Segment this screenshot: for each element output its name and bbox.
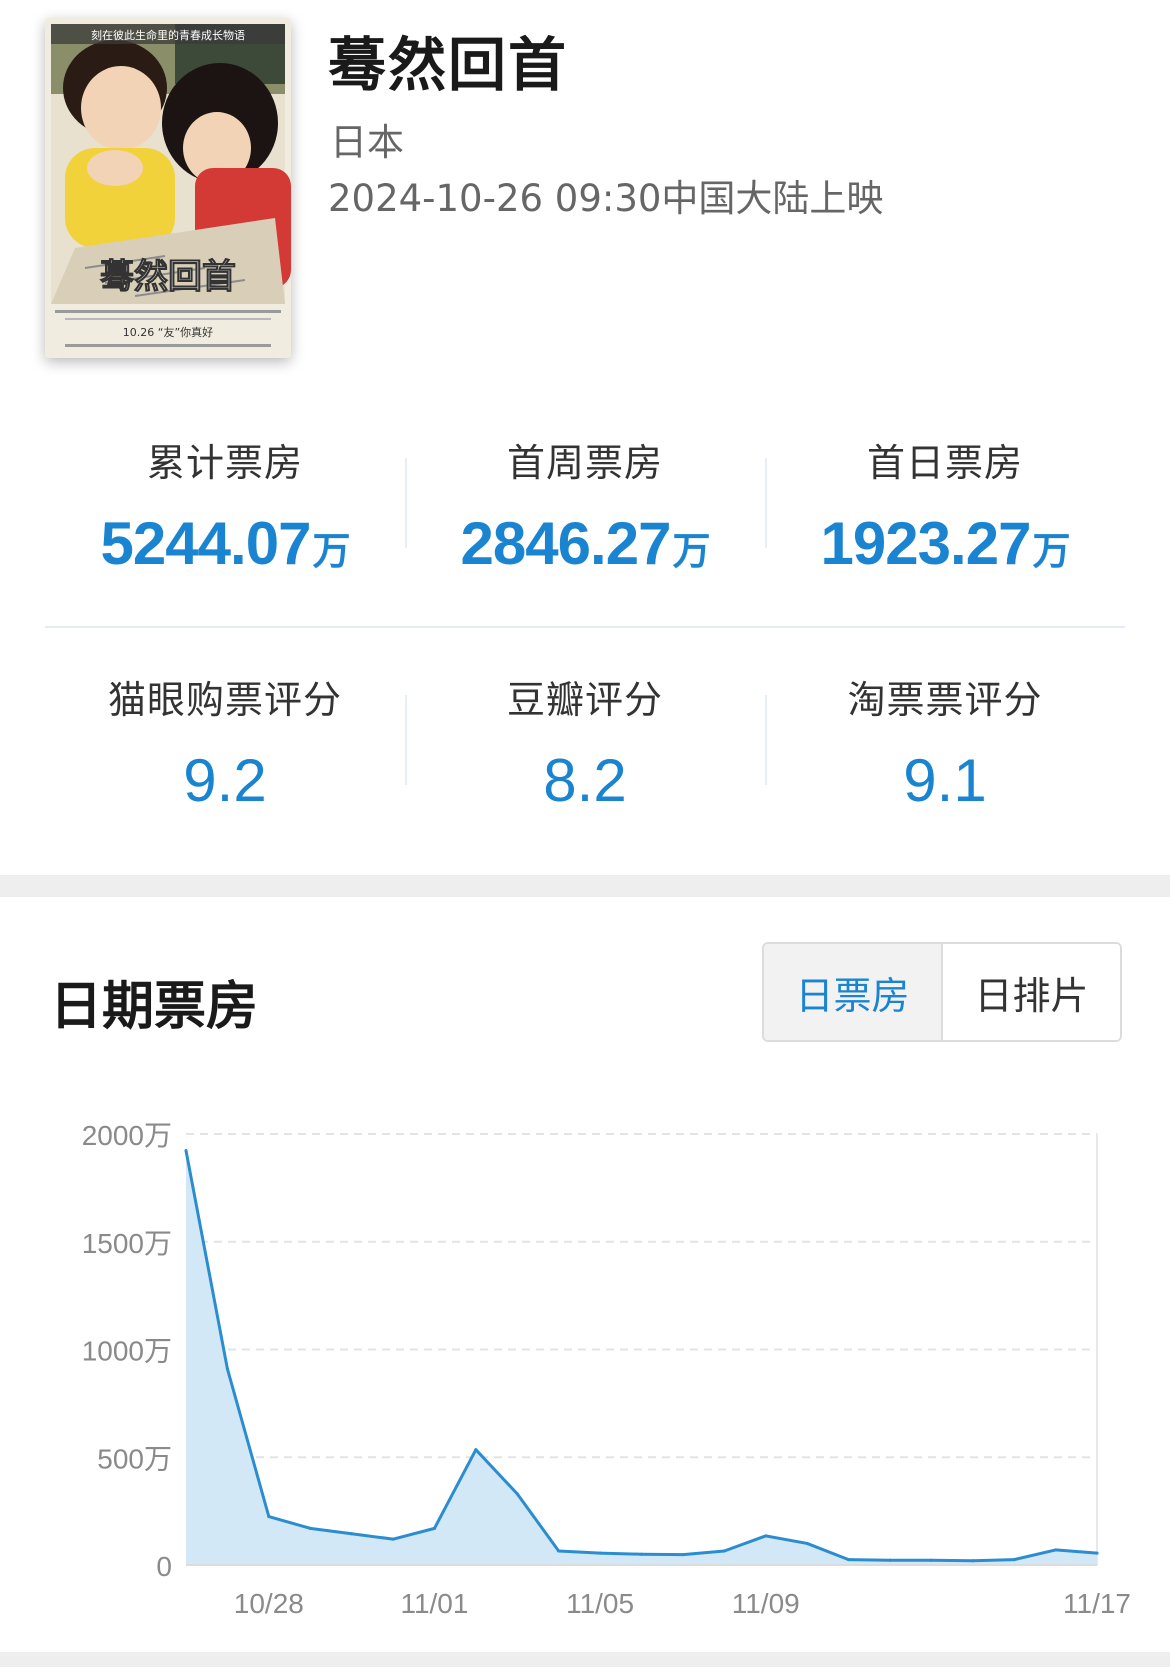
data-point: [267, 1515, 270, 1518]
series-line-segment: [849, 1560, 890, 1561]
rating-douban: 豆瓣评分 8.2: [405, 665, 765, 815]
y-tick-label: 1000万: [82, 1336, 172, 1367]
x-tick-label: 11/17: [1063, 1588, 1131, 1619]
poster-date-text: 10.26 “友”你真好: [123, 325, 213, 339]
tab-daily-screenings[interactable]: 日排片: [943, 944, 1120, 1040]
x-tick-label: 10/28: [234, 1588, 304, 1619]
stat-divider: [405, 458, 407, 548]
series-line-segment: [973, 1560, 1014, 1561]
section-separator: [0, 875, 1170, 897]
stat-unit: 万: [1032, 531, 1069, 573]
rating-maoyan: 猫眼购票评分 9.2: [45, 665, 405, 815]
stat-first-day-box-office: 首日票房 1923.27万: [765, 428, 1125, 578]
stat-label: 累计票房: [45, 432, 405, 487]
x-tick-label: 11/01: [400, 1588, 468, 1619]
data-point: [557, 1549, 560, 1552]
data-point: [226, 1367, 229, 1370]
movie-poster[interactable]: 蓦然回首 刻在彼此生命里的青春成长物语 10.26 “友”你真好: [45, 18, 291, 358]
data-point: [433, 1527, 436, 1530]
stat-label: 首日票房: [765, 432, 1125, 487]
rating-value: 8.2: [405, 746, 765, 815]
poster-tagline: 刻在彼此生命里的青春成长物语: [91, 28, 245, 42]
rating-divider: [405, 695, 407, 785]
data-point: [392, 1538, 395, 1541]
stat-value: 2846.27万: [405, 509, 765, 578]
y-tick-label: 500万: [97, 1443, 172, 1474]
data-point: [640, 1553, 643, 1556]
bottom-separator: [0, 1652, 1170, 1667]
movie-country: 日本: [330, 112, 404, 166]
poster-title-text: 蓦然回首: [100, 257, 236, 297]
data-point: [806, 1542, 809, 1545]
box-office-stats: 累计票房 5244.07万 首周票房 2846.27万 首日票房 1923.27…: [45, 428, 1125, 578]
data-point: [309, 1527, 312, 1530]
data-point: [516, 1492, 519, 1495]
data-point: [971, 1559, 974, 1562]
chart-section-title: 日期票房: [50, 964, 258, 1039]
y-tick-label: 2000万: [82, 1120, 172, 1151]
y-tick-label: 1500万: [82, 1228, 172, 1259]
y-tick-label: 0: [156, 1551, 172, 1582]
data-point: [930, 1559, 933, 1562]
rating-taopiaopiao: 淘票票评分 9.1: [765, 665, 1125, 815]
data-point: [888, 1559, 891, 1562]
area-fill: [186, 1151, 1097, 1565]
movie-release-date: 2024-10-26 09:30中国大陆上映: [328, 168, 883, 222]
stat-value: 1923.27万: [765, 509, 1125, 578]
rating-divider: [765, 695, 767, 785]
rating-value: 9.1: [765, 746, 1125, 815]
stats-divider: [45, 626, 1125, 628]
rating-stats: 猫眼购票评分 9.2 豆瓣评分 8.2 淘票票评分 9.1: [45, 665, 1125, 815]
rating-label: 猫眼购票评分: [45, 669, 405, 724]
stat-first-week-box-office: 首周票房 2846.27万: [405, 428, 765, 578]
data-point: [681, 1553, 684, 1556]
rating-label: 淘票票评分: [765, 669, 1125, 724]
stat-value: 5244.07万: [45, 509, 405, 578]
tab-daily-box-office[interactable]: 日票房: [764, 944, 943, 1040]
data-point: [1054, 1548, 1057, 1551]
stat-label: 首周票房: [405, 432, 765, 487]
data-point: [185, 1149, 188, 1152]
x-tick-label: 11/09: [732, 1588, 800, 1619]
data-point: [350, 1532, 353, 1535]
stat-unit: 万: [672, 531, 709, 573]
movie-header: 蓦然回首 刻在彼此生命里的青春成长物语 10.26 “友”你真好 蓦然回首 日本…: [0, 0, 1170, 370]
stat-unit: 万: [312, 531, 349, 573]
stat-divider: [765, 458, 767, 548]
data-point: [764, 1534, 767, 1537]
x-tick-label: 11/05: [566, 1588, 634, 1619]
daily-box-office-chart: 0 500万 1000万 1500万 2000万 10/28 11/01 11/05 11/09…: [0, 1110, 1170, 1667]
series-line-segment: [600, 1553, 641, 1554]
rating-label: 豆瓣评分: [405, 669, 765, 724]
chart-toggle: 日票房 日排片: [762, 942, 1122, 1042]
data-point: [599, 1552, 602, 1555]
data-point: [723, 1549, 726, 1552]
data-point: [1013, 1558, 1016, 1561]
rating-value: 9.2: [45, 746, 405, 815]
movie-title: 蓦然回首: [328, 18, 568, 102]
data-point: [1096, 1552, 1099, 1555]
chart-svg: 0 500万 1000万 1500万 2000万 10/28 11/01 11/05 11/09…: [0, 1110, 1170, 1667]
data-point: [474, 1448, 477, 1451]
data-point: [847, 1558, 850, 1561]
stat-total-box-office: 累计票房 5244.07万: [45, 428, 405, 578]
